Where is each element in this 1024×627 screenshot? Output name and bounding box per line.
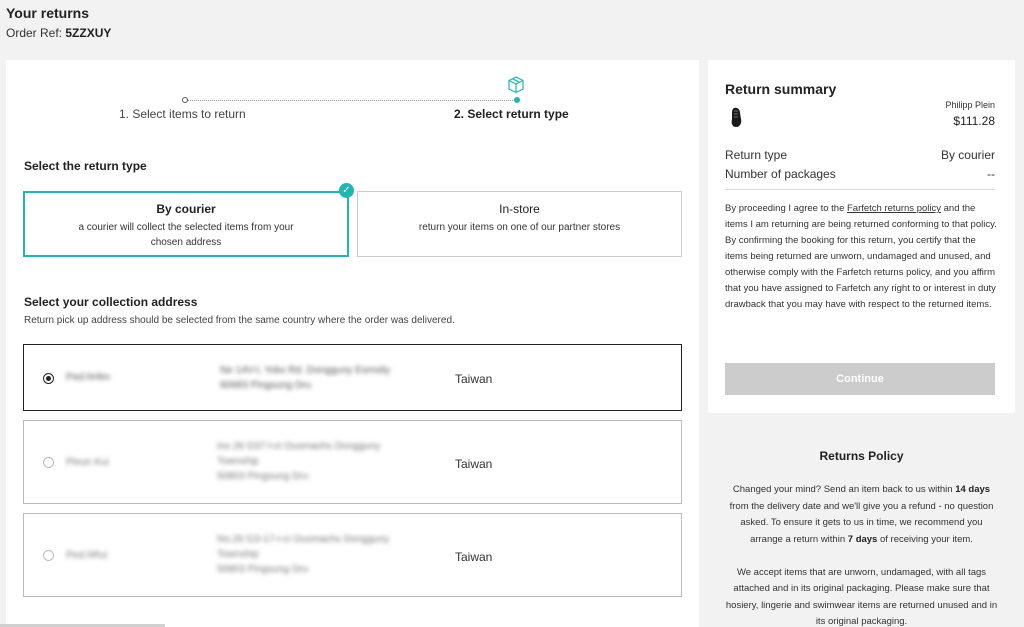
continue-button[interactable]: Continue <box>725 363 995 395</box>
address-card[interactable]: Ped.hHlm Ne 14V-t, Yokx Rd. Dongguny Esm… <box>23 344 682 411</box>
radio-icon[interactable] <box>43 550 54 561</box>
policy-days-14: 14 days <box>955 484 991 495</box>
address-name: Ped.hRui <box>66 550 108 561</box>
address-line-3: 50803 Pingsung Dru <box>217 564 309 575</box>
courier-option-desc: a courier will collect the selected item… <box>78 222 294 248</box>
address-name: Pleun Kui <box>66 457 109 468</box>
return-type-label: Return type <box>725 148 788 162</box>
step-2-indicator <box>514 97 520 103</box>
address-line-1: Ne 14V-t, Yokx Rd. Dongguny Esmsity <box>220 365 391 376</box>
return-type-title: Select the return type <box>24 159 147 173</box>
returns-policy-title: Returns Policy <box>819 449 904 463</box>
radio-icon[interactable] <box>43 373 54 384</box>
address-name: Ped.hHlm <box>66 372 110 383</box>
address-card[interactable]: Ped.hRui No.26 G3-17-i-ci Ousmachs Dongg… <box>23 513 682 597</box>
terms-p2: By confirming the booking for this retur… <box>725 235 996 310</box>
return-summary-title: Return summary <box>725 81 837 97</box>
address-line-2: Township <box>217 456 259 467</box>
in-store-option-title: In-store <box>499 202 540 216</box>
address-line-2: Township <box>217 549 259 560</box>
address-line-3: 50803 Pingsung Dru <box>217 471 309 482</box>
page-title: Your returns <box>6 5 89 21</box>
collection-address-help: Return pick up address should be selecte… <box>24 315 455 326</box>
address-country: Taiwan <box>455 550 493 564</box>
return-summary-panel: Return summary Philipp Plein $111.28 Ret… <box>708 60 1015 413</box>
stepper: 1. Select items to return 2. Select retu… <box>6 60 699 140</box>
collection-address-title: Select your collection address <box>24 295 198 309</box>
page-header: Your returns Order Ref: 5ZZXUY <box>6 5 111 40</box>
box-icon <box>508 76 524 94</box>
address-country: Taiwan <box>455 457 493 471</box>
address-card[interactable]: Pleun Kui ino 26 D37-l-ci Ousmachs Dongg… <box>23 420 682 504</box>
step-1-indicator <box>182 97 188 103</box>
main-panel: 1. Select items to return 2. Select retu… <box>6 60 699 627</box>
in-store-option[interactable]: In-store return your items on one of our… <box>357 191 682 257</box>
address-line-2: 60683 Pingsung Dru <box>220 380 312 391</box>
step-1-label[interactable]: 1. Select items to return <box>119 107 246 121</box>
check-icon: ✓ <box>339 183 354 198</box>
returns-policy-text: Changed your mind? Send an item back to … <box>723 482 1000 627</box>
terms-p1-pre: By proceeding I agree to the <box>725 203 847 214</box>
radio-icon[interactable] <box>43 457 54 468</box>
policy-text-part: Changed your mind? Send an item back to … <box>732 484 956 495</box>
terms-text: By proceeding I agree to the Farfetch re… <box>725 201 1000 313</box>
step-connector <box>186 100 517 101</box>
return-type-value: By courier <box>940 148 995 162</box>
policy-days-7: 7 days <box>847 533 878 545</box>
address-country: Taiwan <box>455 372 493 386</box>
summary-divider <box>725 189 995 190</box>
returns-policy-link[interactable]: Farfetch returns policy <box>847 203 941 214</box>
order-ref: Order Ref: 5ZZXUY <box>6 26 111 40</box>
packages-value: -- <box>987 167 995 181</box>
address-line-1: ino 26 D37-l-ci Ousmachs Dongguny <box>217 441 381 452</box>
order-ref-label: Order Ref: <box>6 26 63 40</box>
in-store-option-desc: return your items on one of our partner … <box>418 222 621 233</box>
order-ref-value: 5ZZXUY <box>65 26 112 40</box>
returns-policy-panel: Returns Policy Changed your mind? Send a… <box>708 426 1015 627</box>
address-line-1: No.26 G3-17-i-ci Ousmachs Dongguny <box>217 534 390 545</box>
product-brand: Philipp Plein <box>945 100 995 110</box>
policy-text-part: of receiving your item. <box>877 533 973 545</box>
courier-option[interactable]: By courier a courier will collect the se… <box>23 191 349 257</box>
packages-label: Number of packages <box>725 167 836 181</box>
courier-option-title: By courier <box>156 202 216 216</box>
product-price: $111.28 <box>953 114 995 128</box>
policy-text-part: We accept items that are unworn, undamag… <box>725 566 998 627</box>
step-2-label: 2. Select return type <box>454 107 569 121</box>
shoe-image <box>731 107 742 127</box>
